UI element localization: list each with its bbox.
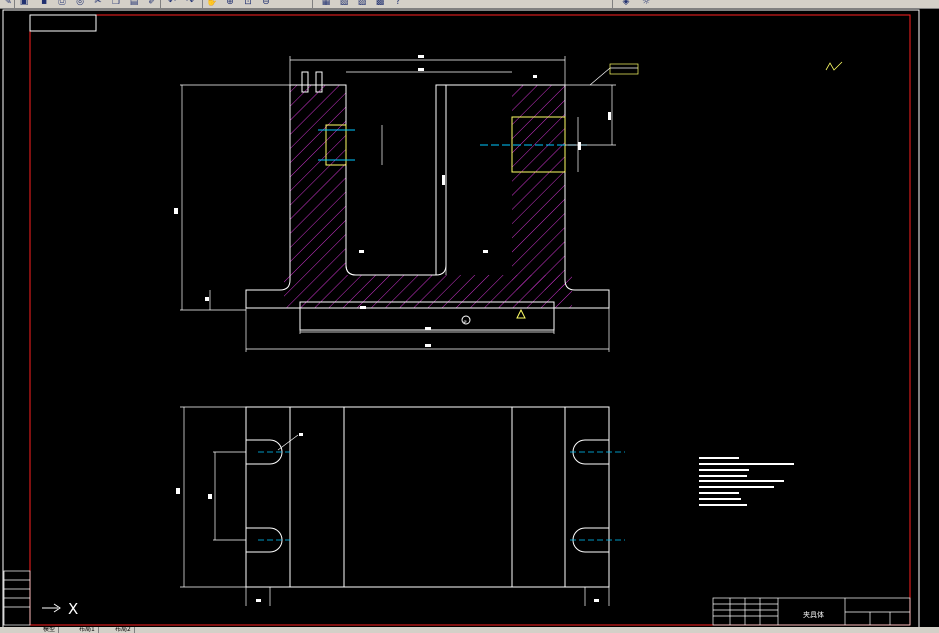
cut-icon[interactable]: ✂ <box>92 0 104 7</box>
toolbar-separator <box>14 0 15 8</box>
toolbar-separator <box>160 0 161 8</box>
tab-layout1[interactable]: 布局1 <box>76 627 99 633</box>
redo-icon[interactable]: ↷ <box>184 0 196 7</box>
drawing-number-box <box>29 14 97 32</box>
match-properties-icon[interactable]: ✐ <box>146 0 158 7</box>
preview-icon[interactable]: ◎ <box>74 0 86 7</box>
calculator-icon[interactable]: ▩ <box>374 0 386 7</box>
zoom-window-icon[interactable]: ⊡ <box>242 0 254 7</box>
layer-icon[interactable]: ◈ <box>620 0 632 7</box>
layout-tab-bar: 模型 布局1 布局2 <box>0 627 939 633</box>
ucs-arrow-icon <box>42 603 61 613</box>
hatch-left-wall <box>290 85 346 275</box>
tab-model[interactable]: 模型 <box>40 627 60 633</box>
front-section-view: ⌀ <box>174 55 639 352</box>
top-view <box>180 406 610 606</box>
standard-toolbar: ✎ ▣ ▪ ⎙ ◎ ✂ ❐ ▤ ✐ ↶ ↷ ✋ ⊕ ⊡ ⊖ ▦ ▧ ▨ ▩? ◈ ☼ <box>0 0 939 9</box>
new-icon[interactable]: ✎ <box>2 0 14 7</box>
toolbar-separator <box>612 0 613 8</box>
copy-icon[interactable]: ❐ <box>110 0 122 7</box>
pan-icon[interactable]: ✋ <box>206 0 218 7</box>
tool-palette-icon[interactable]: ▨ <box>356 0 368 7</box>
zoom-realtime-icon[interactable]: ⊕ <box>224 0 236 7</box>
hatch-right-wall <box>512 85 565 290</box>
toolbar-separator <box>312 0 313 8</box>
hatch-bottom <box>284 275 572 308</box>
undo-icon[interactable]: ↶ <box>166 0 178 7</box>
save-icon[interactable]: ▪ <box>38 0 50 7</box>
ucs-x-axis-icon: X <box>68 600 79 618</box>
datum-label: ⌀ <box>464 319 467 325</box>
revision-table <box>3 570 31 626</box>
properties-icon[interactable]: ▦ <box>320 0 332 7</box>
layer-state-icon[interactable]: ☼ <box>640 0 652 7</box>
title-block-name: 夹具体 <box>803 610 824 619</box>
help-icon[interactable]: ? <box>392 0 404 7</box>
toolbar-separator <box>202 0 203 8</box>
tab-layout2[interactable]: 布局2 <box>112 627 135 633</box>
open-icon[interactable]: ▣ <box>18 0 30 7</box>
paste-icon[interactable]: ▤ <box>128 0 140 7</box>
technical-requirements <box>699 457 794 506</box>
design-center-icon[interactable]: ▧ <box>338 0 350 7</box>
outer-frame <box>2 9 920 627</box>
drawing-canvas[interactable]: ⌀ 夹具体 <box>0 9 939 627</box>
zoom-previous-icon[interactable]: ⊖ <box>260 0 272 7</box>
print-icon[interactable]: ⎙ <box>56 0 68 7</box>
